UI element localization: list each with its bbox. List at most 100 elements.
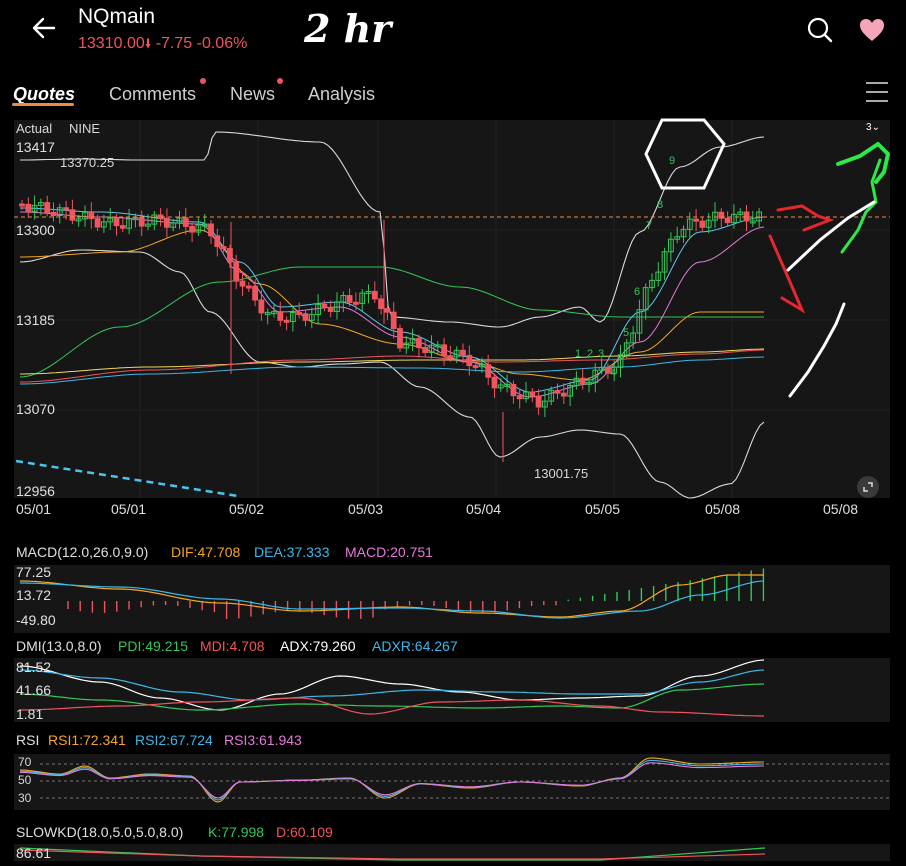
candle-down bbox=[460, 349, 466, 356]
date-label: 05/01 bbox=[16, 501, 52, 517]
price-change-pct: -0.06% bbox=[196, 35, 248, 52]
dmi-axis: 41.66 bbox=[16, 682, 52, 698]
candle-down bbox=[416, 338, 422, 348]
price-line: 13310.00🠛 -7.75 -0.06% bbox=[78, 35, 247, 57]
dmi-pdi: PDI:49.215 bbox=[118, 638, 189, 654]
candle-down bbox=[422, 346, 429, 354]
candle-down bbox=[63, 207, 70, 211]
slowkd-canvas bbox=[14, 844, 890, 861]
candle-down bbox=[302, 313, 309, 321]
candle-down bbox=[119, 225, 126, 229]
td-count-label: 1 bbox=[575, 348, 581, 360]
candle-down bbox=[390, 311, 397, 330]
candle-down bbox=[50, 211, 57, 216]
candle-down bbox=[353, 301, 359, 305]
candle-down bbox=[466, 354, 473, 367]
favorite-button[interactable] bbox=[858, 16, 886, 44]
chevron-down-icon: ⌄ bbox=[871, 122, 880, 133]
candle-down bbox=[25, 203, 32, 213]
rsi-panel[interactable] bbox=[0, 746, 906, 812]
slowkd-panel[interactable] bbox=[0, 844, 906, 861]
candlestick-chart[interactable]: 1234 5 6 78 9 bbox=[0, 112, 906, 542]
date-label: 05/04 bbox=[466, 501, 502, 517]
rsi-2: RSI2:67.724 bbox=[135, 732, 213, 748]
rsi-name: RSI bbox=[16, 732, 40, 748]
back-button[interactable] bbox=[30, 14, 58, 42]
td-count-label: 3 bbox=[598, 348, 604, 360]
menu-button[interactable] bbox=[864, 80, 890, 104]
search-icon bbox=[807, 17, 833, 43]
tab-news[interactable]: News bbox=[230, 84, 275, 105]
candle-down bbox=[19, 203, 25, 207]
rsi-axis: 70 bbox=[18, 755, 32, 769]
td-count-label: 4 bbox=[610, 367, 616, 379]
slowkd-header[interactable]: SLOWKD(18.0,5.0,5.0,8.0) K:77.998 D:60.1… bbox=[16, 824, 896, 842]
macd-axis: 77.25 bbox=[16, 564, 52, 580]
candlestick-chart-canvas: 1 2 34 5 6 78 9 bbox=[14, 118, 890, 499]
dmi-axis: 81.52 bbox=[16, 659, 52, 675]
comments-badge bbox=[200, 78, 206, 84]
candle-down bbox=[245, 285, 252, 289]
candle-down bbox=[88, 211, 95, 220]
price-axis-top: 13417 bbox=[16, 139, 55, 155]
symbol-title: NQmain bbox=[78, 5, 156, 28]
date-label: 05/05 bbox=[585, 501, 621, 517]
search-button[interactable] bbox=[806, 16, 834, 44]
date-label: 05/08 bbox=[705, 501, 741, 517]
dmi-canvas bbox=[14, 658, 890, 722]
candle-down bbox=[44, 202, 51, 213]
candle-down bbox=[378, 298, 385, 310]
candle-down bbox=[138, 217, 145, 227]
tab-analysis[interactable]: Analysis bbox=[308, 84, 375, 105]
date-label: 05/03 bbox=[348, 501, 384, 517]
macd-panel[interactable] bbox=[0, 563, 906, 635]
candle-down bbox=[447, 355, 454, 359]
candle-down bbox=[516, 395, 523, 400]
overlay-label-nine[interactable]: NINE bbox=[69, 121, 100, 136]
dmi-panel[interactable] bbox=[0, 656, 906, 724]
candle-down bbox=[113, 217, 120, 227]
candle-down bbox=[384, 308, 391, 313]
td-count-label: 5 bbox=[623, 327, 629, 339]
macd-axis: -49.80 bbox=[16, 612, 56, 628]
candle-down bbox=[258, 299, 265, 314]
candle-down bbox=[321, 303, 328, 308]
candle-down bbox=[227, 248, 233, 263]
macd-header[interactable]: MACD(12.0,26.0,9.0) DIF:47.708 DEA:37.33… bbox=[16, 544, 896, 562]
candle-down bbox=[491, 376, 498, 389]
candle-down bbox=[182, 217, 189, 227]
price-axis-4: 13070 bbox=[16, 401, 55, 417]
dmi-name: DMI(13.0,8.0) bbox=[16, 638, 102, 654]
macd-canvas bbox=[14, 565, 890, 633]
overlay-label-actual[interactable]: Actual bbox=[16, 121, 52, 136]
tab-quotes[interactable]: Quotes bbox=[13, 84, 75, 105]
dmi-header[interactable]: DMI(13.0,8.0) PDI:49.215 MDI:4.708 ADX:7… bbox=[16, 638, 896, 656]
down-arrow-icon: 🠛 bbox=[144, 36, 152, 51]
slowkd-d: D:60.109 bbox=[276, 824, 333, 840]
candle-down bbox=[94, 218, 101, 228]
candle-down bbox=[296, 312, 303, 316]
expand-icon bbox=[863, 482, 873, 492]
candle-down bbox=[327, 306, 334, 312]
candle-down bbox=[510, 383, 517, 397]
active-tab-indicator bbox=[12, 103, 74, 106]
candle-down bbox=[220, 246, 227, 250]
rsi-axis: 30 bbox=[18, 791, 32, 805]
candle-down bbox=[164, 217, 170, 228]
date-label: 05/08 bbox=[823, 501, 859, 517]
candle-down bbox=[371, 290, 378, 300]
dmi-mdi: MDI:4.708 bbox=[200, 638, 265, 654]
fullscreen-button[interactable] bbox=[857, 476, 879, 498]
candle-down bbox=[208, 223, 214, 237]
td-count-label: 2 bbox=[587, 348, 593, 360]
dmi-axis: 1.81 bbox=[16, 706, 44, 722]
candle-down bbox=[693, 218, 700, 222]
candle-down bbox=[233, 261, 240, 282]
news-badge bbox=[277, 78, 283, 84]
candle-down bbox=[397, 328, 403, 349]
period-selector[interactable]: 3⌄ bbox=[866, 122, 880, 133]
tab-comments[interactable]: Comments bbox=[109, 84, 196, 105]
rsi-header[interactable]: RSI RSI1:72.341 RSI2:67.724 RSI3:61.943 bbox=[16, 732, 896, 750]
macd-value: MACD:20.751 bbox=[345, 544, 433, 560]
candle-down bbox=[283, 319, 290, 323]
